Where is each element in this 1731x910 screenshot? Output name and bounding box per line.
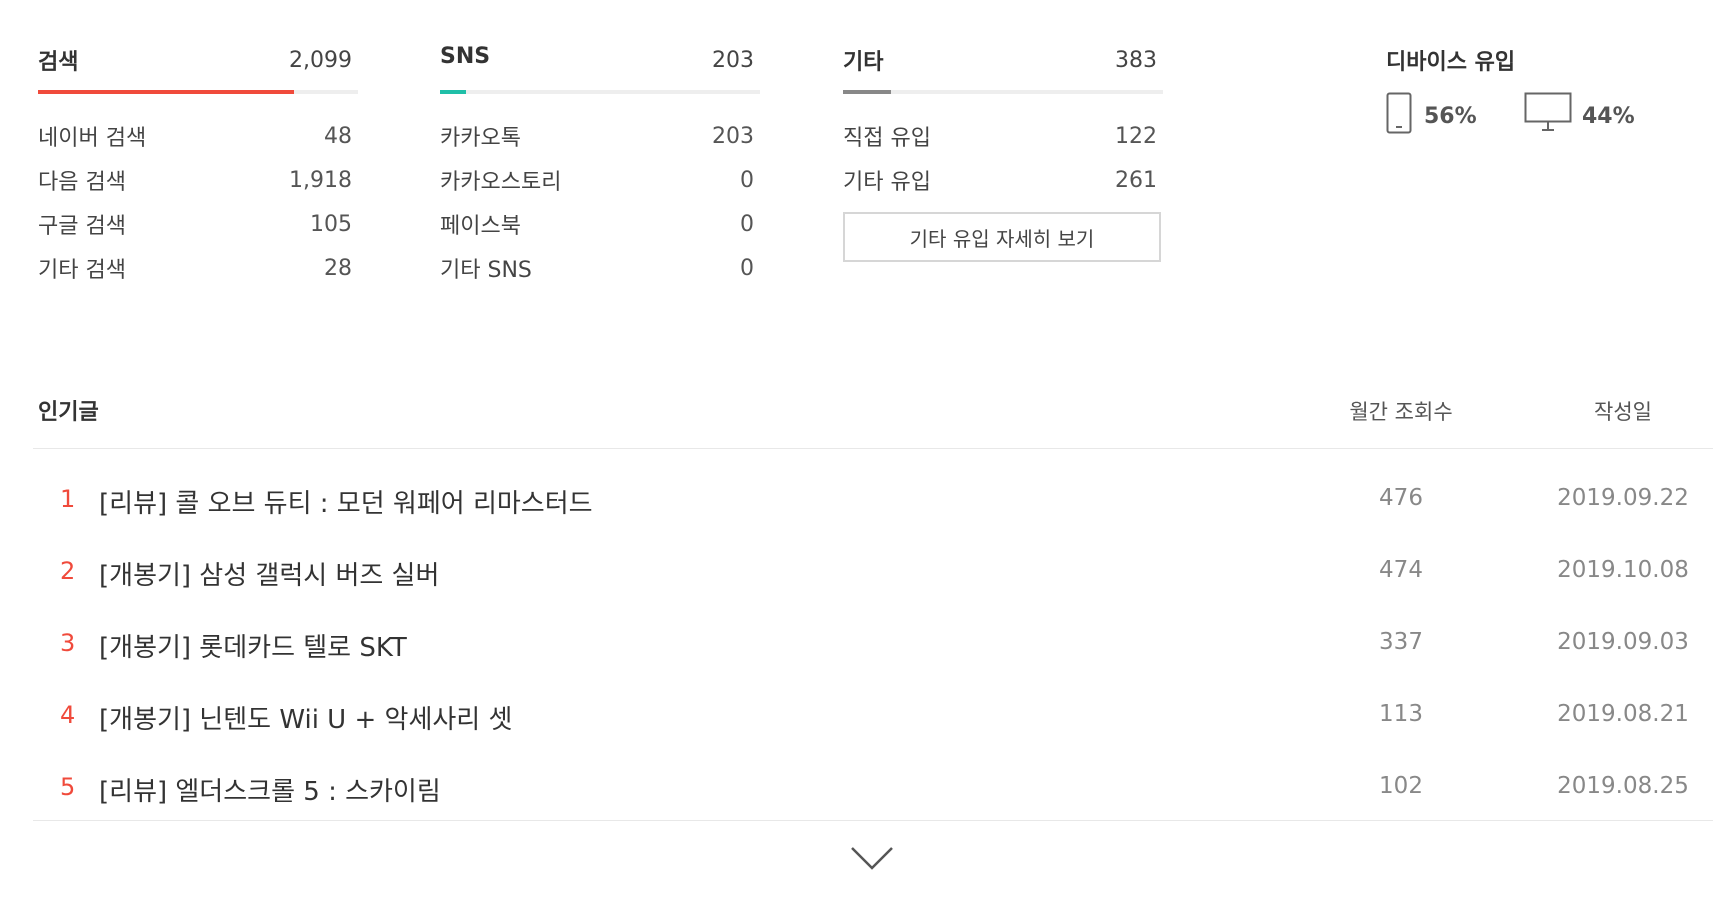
source-row-value: 48 (324, 124, 352, 149)
source-row-label: 직접 유입 (843, 126, 931, 151)
device-title: 디바이스 유입 (1386, 50, 1516, 75)
post-rank: 2 (60, 557, 76, 585)
source-row-value: 105 (310, 212, 352, 237)
source-list: 네이버 검색 48 다음 검색 1,918 구글 검색 105 기타 검색 28 (38, 116, 358, 292)
post-row[interactable]: 4 [개봉기] 닌텐도 Wii U + 악세사리 셋 113 2019.08.2… (33, 685, 1713, 745)
source-row: 기타 유입 261 (843, 160, 1163, 204)
source-bar-fill (440, 90, 466, 94)
source-bar (440, 90, 760, 94)
source-row-label: 페이스북 (440, 214, 521, 239)
post-rank: 4 (60, 701, 76, 729)
source-header: 기타 383 (843, 40, 1163, 80)
post-title-link[interactable]: [개봉기] 삼성 갤럭시 버즈 실버 (99, 555, 439, 592)
source-row-value: 261 (1115, 168, 1157, 193)
source-row-value: 0 (740, 256, 754, 281)
source-row: 카카오톡 203 (440, 116, 760, 160)
source-row: 기타 검색 28 (38, 248, 358, 292)
post-title-link[interactable]: [리뷰] 엘더스크롤 5 : 스카이림 (99, 771, 441, 808)
post-date: 2019.09.03 (1557, 629, 1689, 655)
source-row-label: 구글 검색 (38, 214, 126, 239)
source-header: 검색 2,099 (38, 40, 358, 80)
source-row-label: 기타 SNS (440, 258, 532, 283)
popular-header: 인기글 월간 조회수 작성일 (33, 382, 1713, 449)
device-mobile-percent: 56% (1424, 104, 1477, 129)
post-date-header: 작성일 (1594, 400, 1652, 424)
other-traffic-detail-button[interactable]: 기타 유입 자세히 보기 (843, 212, 1161, 262)
source-row-label: 카카오스토리 (440, 170, 562, 195)
source-row-value: 0 (740, 168, 754, 193)
source-row: 다음 검색 1,918 (38, 160, 358, 204)
post-rank: 1 (60, 485, 76, 513)
source-row-label: 카카오톡 (440, 126, 521, 151)
source-row: 네이버 검색 48 (38, 116, 358, 160)
source-row: 구글 검색 105 (38, 204, 358, 248)
source-bar (843, 90, 1163, 94)
post-views: 102 (1379, 773, 1423, 799)
source-row-label: 기타 유입 (843, 170, 931, 195)
post-row[interactable]: 2 [개봉기] 삼성 갤럭시 버즈 실버 474 2019.10.08 (33, 541, 1713, 601)
source-total: 2,099 (289, 48, 352, 73)
source-total: 203 (712, 48, 754, 73)
source-header: SNS 203 (440, 40, 760, 80)
chevron-down-icon (850, 847, 894, 878)
post-rank: 5 (60, 773, 76, 801)
source-row-value: 28 (324, 256, 352, 281)
source-row-value: 0 (740, 212, 754, 237)
post-row[interactable]: 1 [리뷰] 콜 오브 듀티 : 모던 워페어 리마스터드 476 2019.0… (33, 469, 1713, 529)
post-views: 337 (1379, 629, 1423, 655)
source-list: 카카오톡 203 카카오스토리 0 페이스북 0 기타 SNS 0 (440, 116, 760, 292)
device-pc-percent: 44% (1582, 104, 1635, 129)
desktop-monitor-icon (1524, 92, 1572, 138)
source-row-label: 다음 검색 (38, 170, 126, 195)
source-row: 페이스북 0 (440, 204, 760, 248)
source-total: 383 (1115, 48, 1157, 73)
source-bar-fill (38, 90, 294, 94)
post-rank: 3 (60, 629, 76, 657)
source-search: 검색 2,099 네이버 검색 48 다음 검색 1,918 구글 검색 105… (38, 40, 358, 283)
source-row-label: 기타 검색 (38, 258, 126, 283)
post-date: 2019.08.25 (1557, 773, 1689, 799)
source-other: 기타 383 직접 유입 122 기타 유입 261 기타 유입 자세히 보기 (843, 40, 1163, 262)
source-row-value: 1,918 (289, 168, 352, 193)
monthly-views-header: 월간 조회수 (1349, 400, 1453, 424)
source-row: 기타 SNS 0 (440, 248, 760, 292)
post-date: 2019.09.22 (1557, 485, 1689, 511)
post-row[interactable]: 3 [개봉기] 롯데카드 텔로 SKT 337 2019.09.03 (33, 613, 1713, 673)
popular-posts: 인기글 월간 조회수 작성일 1 [리뷰] 콜 오브 듀티 : 모던 워페어 리… (33, 382, 1713, 821)
post-views: 476 (1379, 485, 1423, 511)
popular-title: 인기글 (38, 400, 99, 425)
source-row-value: 203 (712, 124, 754, 149)
show-more-button[interactable] (850, 844, 894, 874)
source-title: 기타 (843, 50, 884, 75)
source-row: 직접 유입 122 (843, 116, 1163, 160)
post-title-link[interactable]: [개봉기] 롯데카드 텔로 SKT (99, 627, 407, 664)
post-title-link[interactable]: [리뷰] 콜 오브 듀티 : 모던 워페어 리마스터드 (99, 483, 593, 520)
post-date: 2019.10.08 (1557, 557, 1689, 583)
popular-post-list: 1 [리뷰] 콜 오브 듀티 : 모던 워페어 리마스터드 476 2019.0… (33, 449, 1713, 821)
source-title: 검색 (38, 50, 79, 75)
mobile-phone-icon (1386, 92, 1412, 138)
source-bar-fill (843, 90, 891, 94)
source-row-label: 네이버 검색 (38, 126, 147, 151)
post-views: 474 (1379, 557, 1423, 583)
source-row-value: 122 (1115, 124, 1157, 149)
source-bar (38, 90, 358, 94)
post-row[interactable]: 5 [리뷰] 엘더스크롤 5 : 스카이림 102 2019.08.25 (33, 757, 1713, 817)
post-date: 2019.08.21 (1557, 701, 1689, 727)
post-views: 113 (1379, 701, 1423, 727)
source-title: SNS (440, 44, 491, 69)
source-list: 직접 유입 122 기타 유입 261 기타 유입 자세히 보기 (843, 116, 1163, 262)
source-row: 카카오스토리 0 (440, 160, 760, 204)
post-title-link[interactable]: [개봉기] 닌텐도 Wii U + 악세사리 셋 (99, 699, 512, 736)
source-sns: SNS 203 카카오톡 203 카카오스토리 0 페이스북 0 기타 SNS … (440, 40, 760, 283)
